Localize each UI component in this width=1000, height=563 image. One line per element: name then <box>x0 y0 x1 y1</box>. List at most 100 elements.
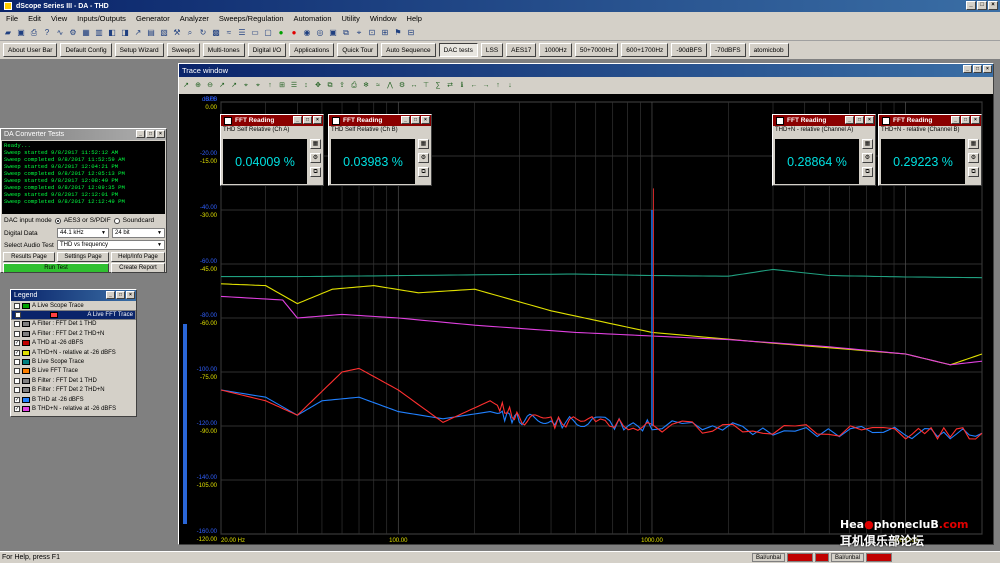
maximize-button[interactable]: □ <box>977 1 987 10</box>
menu-file[interactable]: File <box>6 14 18 23</box>
fft-icon[interactable]: ▥ <box>93 27 105 39</box>
vertical-scroll-indicator[interactable] <box>183 324 187 524</box>
legend-row[interactable]: ✓ B THD at -26 dBFS <box>11 395 136 404</box>
trace-close-button[interactable]: × <box>983 65 992 73</box>
freeze-icon[interactable]: ❄ <box>361 81 371 91</box>
average-icon[interactable]: ≈ <box>373 81 383 91</box>
refresh-icon[interactable]: ↻ <box>197 27 209 39</box>
play-icon[interactable]: ● <box>275 27 287 39</box>
fft-copy-icon[interactable]: ⧉ <box>310 167 321 177</box>
quick-button-dac-tests[interactable]: DAC tests <box>438 43 478 57</box>
menu-generator[interactable]: Generator <box>136 14 170 23</box>
legend-minimize-button[interactable]: _ <box>106 291 115 299</box>
peak-icon[interactable]: ⋀ <box>385 81 395 91</box>
settings-trace-icon[interactable]: ⚙ <box>397 81 407 91</box>
trace-a-icon[interactable]: ↗ <box>217 81 227 91</box>
legend-row[interactable]: A Filter : FFT Det 2 THD+N <box>11 329 136 338</box>
monitor-icon[interactable]: ▢ <box>262 27 274 39</box>
fft-close-button[interactable]: × <box>865 116 874 124</box>
da-minimize-button[interactable]: _ <box>136 130 145 138</box>
quick-button-default-config[interactable]: Default Config <box>60 43 112 57</box>
arrow-up-icon[interactable]: ↑ <box>493 81 503 91</box>
flag-icon[interactable]: ⚑ <box>392 27 404 39</box>
tag-icon[interactable]: ⊟ <box>405 27 417 39</box>
rate-select[interactable]: 44.1 kHz ▼ <box>57 228 109 238</box>
stats-icon[interactable]: ▩ <box>210 27 222 39</box>
quick-button-600-1700hz[interactable]: 600+1700Hz <box>621 43 669 57</box>
fft-graph-icon[interactable]: ▦ <box>968 139 979 149</box>
zoom-icon[interactable]: ⌕ <box>184 27 196 39</box>
compare-icon[interactable]: ⇄ <box>445 81 455 91</box>
audio-test-select[interactable]: THD vs frequency ▼ <box>57 240 165 250</box>
help-page-button[interactable]: Help/Info Page <box>111 252 165 262</box>
fft-maximize-button[interactable]: □ <box>855 116 864 124</box>
quick-button-multi-tones[interactable]: Multi-tones <box>202 43 245 57</box>
soundcard-radio[interactable] <box>113 217 120 224</box>
trace-maximize-button[interactable]: □ <box>973 65 982 73</box>
quick-button-auto-sequence[interactable]: Auto Sequence <box>381 43 436 57</box>
bits-select[interactable]: 24 bit ▼ <box>112 228 165 238</box>
aes3-radio[interactable] <box>54 217 61 224</box>
quick-button-about-user-bar[interactable]: About User Bar <box>3 43 58 57</box>
limit-icon[interactable]: ⊤ <box>421 81 431 91</box>
pan-icon[interactable]: ✥ <box>313 81 323 91</box>
quick-button-aes17[interactable]: AES17 <box>506 43 537 57</box>
lock-icon[interactable]: ⊡ <box>366 27 378 39</box>
cursor-b-icon[interactable]: ⌖ <box>253 81 263 91</box>
da-maximize-button[interactable]: □ <box>146 130 155 138</box>
cursor-a-icon[interactable]: ⌖ <box>241 81 251 91</box>
legend-row[interactable]: ✓ A THD at -26 dBFS <box>11 339 136 348</box>
cursor-icon[interactable]: ⌖ <box>353 27 365 39</box>
legend-row[interactable]: B Filter : FFT Det 1 THD <box>11 376 136 385</box>
trace-minimize-button[interactable]: _ <box>963 65 972 73</box>
da-close-button[interactable]: × <box>156 130 165 138</box>
legend-row[interactable]: ✓ A THD+N - relative at -26 dBFS <box>11 348 136 357</box>
quick-button-applications[interactable]: Applications <box>289 43 335 57</box>
fft-copy-icon[interactable]: ⧉ <box>968 167 979 177</box>
quick-button-sweeps[interactable]: Sweeps <box>166 43 200 57</box>
fft-graph-icon[interactable]: ▦ <box>862 139 873 149</box>
reference-icon[interactable]: ↔ <box>409 81 419 91</box>
fft-minimize-button[interactable]: _ <box>951 116 960 124</box>
fft-settings-icon[interactable]: ⚙ <box>862 153 873 163</box>
quick-button-1000hz[interactable]: 1000Hz <box>539 43 572 57</box>
menu-window[interactable]: Window <box>370 14 397 23</box>
legend-checkbox[interactable] <box>14 387 20 394</box>
arrow-right-icon[interactable]: → <box>481 81 491 91</box>
fft-maximize-button[interactable]: □ <box>961 116 970 124</box>
fft-copy-icon[interactable]: ⧉ <box>418 167 429 177</box>
fft-maximize-button[interactable]: □ <box>303 116 312 124</box>
save-icon[interactable]: ▣ <box>15 27 27 39</box>
legend-row[interactable]: B Filter : FFT Det 2 THD+N <box>11 386 136 395</box>
trace-b-icon[interactable]: ↗ <box>229 81 239 91</box>
filter-icon[interactable]: ◨ <box>119 27 131 39</box>
legend-checkbox[interactable]: ✓ <box>15 312 21 319</box>
create-report-button[interactable]: Create Report <box>111 263 165 273</box>
minimize-button[interactable]: _ <box>966 1 976 10</box>
legend-close-button[interactable]: × <box>126 291 135 299</box>
results-page-button[interactable]: Results Page <box>3 252 55 262</box>
list-icon[interactable]: ☰ <box>236 27 248 39</box>
legend-row[interactable]: B Live FFT Trace <box>11 367 136 376</box>
legend-checkbox[interactable] <box>14 377 20 384</box>
record-icon[interactable]: ● <box>288 27 300 39</box>
wave-icon[interactable]: ≈ <box>223 27 235 39</box>
menu-help[interactable]: Help <box>407 14 422 23</box>
fft-settings-icon[interactable]: ⚙ <box>968 153 979 163</box>
menu-edit[interactable]: Edit <box>28 14 41 23</box>
legend-row[interactable]: B Live Scope Trace <box>11 357 136 366</box>
run-test-button[interactable]: Run Test <box>3 263 109 273</box>
quick-button-quick-tour[interactable]: Quick Tour <box>337 43 379 57</box>
zoom-in-icon[interactable]: ⊕ <box>193 81 203 91</box>
print-trace-icon[interactable]: ⎙ <box>349 81 359 91</box>
copy-icon[interactable]: ⧉ <box>340 27 352 39</box>
copy-trace-icon[interactable]: ⧉ <box>325 81 335 91</box>
quick-button-setup-wizard[interactable]: Setup Wizard <box>114 43 164 57</box>
quick-button--70dbfs[interactable]: -70dBFS <box>709 43 746 57</box>
graph-icon[interactable]: ▧ <box>158 27 170 39</box>
export-icon[interactable]: ⇪ <box>337 81 347 91</box>
legend-row[interactable]: A Filter : FFT Det 1 THD <box>11 320 136 329</box>
legend-checkbox[interactable] <box>14 330 20 337</box>
channel-icon[interactable]: ▭ <box>249 27 261 39</box>
fft-minimize-button[interactable]: _ <box>293 116 302 124</box>
